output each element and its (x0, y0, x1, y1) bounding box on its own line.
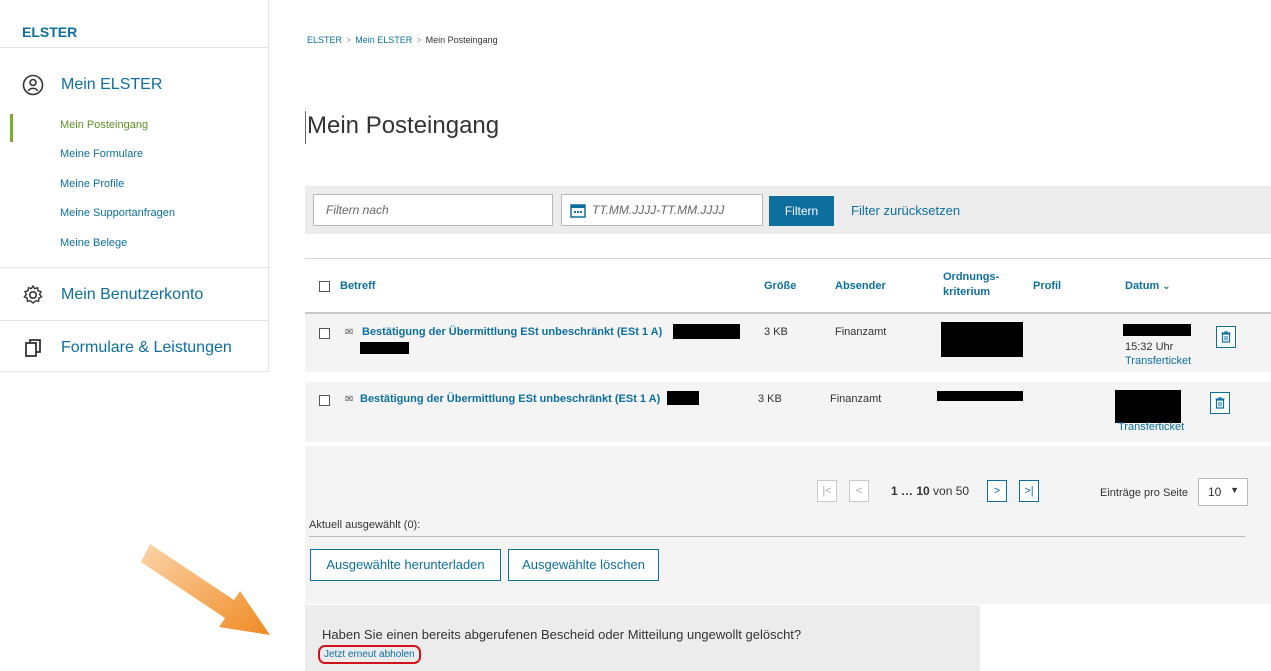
next-page-button[interactable]: > (987, 480, 1007, 502)
column-header-kriterium[interactable]: kriterium (943, 286, 990, 298)
sidebar-item-meine-belege[interactable]: Meine Belege (0, 228, 268, 258)
restore-link[interactable]: Jetzt erneut abholen (318, 645, 421, 664)
sidebar-sub-list: Mein Posteingang Meine Formulare Meine P… (0, 110, 268, 258)
sidebar-section-label: Mein ELSTER (61, 76, 163, 93)
sidebar-brand-link[interactable]: ELSTER (0, 0, 268, 48)
trash-icon (1221, 331, 1231, 343)
message-subject-link[interactable]: Bestätigung der Übermittlung ESt unbesch… (360, 393, 660, 405)
transferticket-link[interactable]: Transferticket (1125, 355, 1191, 367)
chevron-left-icon: < (855, 485, 863, 497)
sidebar-section-mein-elster[interactable]: Mein ELSTER (0, 65, 162, 105)
envelope-icon: ✉ (345, 327, 354, 338)
breadcrumb-separator: > (416, 35, 422, 45)
documents-icon (20, 335, 46, 361)
column-header-datum[interactable]: Datum ⌄ (1125, 280, 1171, 292)
title-cursor-bar (305, 111, 306, 144)
table-row[interactable]: ✉ Bestätigung der Übermittlung ESt unbes… (305, 312, 1271, 372)
message-size: 3 KB (764, 326, 788, 338)
last-page-button[interactable]: >| (1019, 480, 1039, 502)
user-circle-icon (20, 72, 46, 98)
sidebar-section-label: Mein Benutzerkonto (61, 286, 204, 303)
message-subject-link[interactable]: Bestätigung der Übermittlung ESt unbesch… (362, 326, 662, 338)
page-range-current: 1 … 10 (891, 484, 930, 498)
chevron-right-icon: > (993, 485, 1001, 497)
column-header-betreff[interactable]: Betreff (340, 280, 375, 292)
gear-icon (20, 282, 46, 308)
chevron-down-icon: ⌄ (1162, 281, 1171, 292)
sidebar-section-benutzerkonto[interactable]: Mein Benutzerkonto (0, 275, 203, 315)
row-checkbox[interactable] (319, 328, 330, 339)
sidebar-divider (0, 320, 268, 321)
first-page-button[interactable]: |< (817, 480, 837, 502)
delete-message-button[interactable] (1210, 392, 1230, 414)
date-range-placeholder: TT.MM.JJJJ-TT.MM.JJJJ (592, 203, 725, 217)
delete-selected-button[interactable]: Ausgewählte löschen (508, 549, 659, 581)
breadcrumb-item[interactable]: ELSTER (307, 35, 342, 45)
per-page-label: Einträge pro Seite (1100, 487, 1189, 499)
table-row[interactable]: ✉ Bestätigung der Übermittlung ESt unbes… (305, 382, 1271, 442)
select-all-checkbox[interactable] (319, 281, 330, 292)
redaction-block (1123, 324, 1191, 336)
selection-divider (309, 536, 1245, 537)
column-header-profil[interactable]: Profil (1033, 280, 1061, 292)
restore-info-box: Haben Sie einen bereits abgerufenen Besc… (305, 605, 980, 671)
date-range-input[interactable]: TT.MM.JJJJ-TT.MM.JJJJ (561, 194, 763, 226)
redaction-block (667, 391, 699, 405)
page-range: 1 … 10 von 50 (891, 484, 969, 498)
envelope-icon: ✉ (345, 394, 354, 405)
column-header-groesse[interactable]: Größe (764, 280, 796, 292)
sidebar-divider (0, 267, 268, 268)
per-page-select[interactable]: 10 ▼ (1198, 478, 1248, 506)
redaction-block (937, 391, 1023, 401)
message-size: 3 KB (758, 393, 782, 405)
redaction-block (941, 322, 1023, 357)
filter-bar: Filtern nach TT.MM.JJJJ-TT.MM.JJJJ Filte… (305, 186, 1271, 234)
sidebar-section-formulare-leistungen[interactable]: Formulare & Leistungen (0, 328, 232, 368)
download-selected-button[interactable]: Ausgewählte herunterladen (310, 549, 501, 581)
sidebar-item-meine-supportanfragen[interactable]: Meine Supportanfragen (0, 199, 268, 229)
breadcrumb-separator: > (346, 35, 352, 45)
message-time: 15:32 Uhr (1125, 341, 1174, 353)
delete-message-button[interactable] (1216, 326, 1236, 348)
breadcrumb-current: Mein Posteingang (425, 35, 498, 45)
table-header: Betreff Größe Absender Ordnungs- kriteri… (305, 258, 1271, 312)
redaction-block (673, 324, 740, 339)
redaction-block (360, 342, 409, 354)
first-page-icon: |< (822, 485, 832, 497)
column-header-datum-label: Datum (1125, 280, 1160, 292)
filter-input[interactable]: Filtern nach (313, 194, 553, 226)
page-range-total: von 50 (933, 484, 970, 498)
breadcrumb-item[interactable]: Mein ELSTER (355, 35, 412, 45)
message-sender: Finanzamt (830, 393, 882, 405)
restore-question: Haben Sie einen bereits abgerufenen Besc… (322, 627, 802, 642)
sidebar-item-mein-posteingang[interactable]: Mein Posteingang (0, 110, 268, 142)
filter-reset-link[interactable]: Filter zurücksetzen (851, 203, 960, 218)
previous-page-button[interactable]: < (849, 480, 869, 502)
trash-icon (1215, 397, 1225, 409)
row-checkbox[interactable] (319, 395, 330, 406)
sidebar-item-meine-formulare[interactable]: Meine Formulare (0, 140, 268, 170)
filter-button[interactable]: Filtern (769, 196, 834, 226)
transferticket-link[interactable]: Transferticket (1118, 421, 1184, 433)
sidebar-item-meine-profile[interactable]: Meine Profile (0, 169, 268, 199)
column-header-ordnungs[interactable]: Ordnungs- (943, 271, 999, 283)
message-sender: Finanzamt (835, 326, 887, 338)
pagination-area: |< < 1 … 10 von 50 > >| Einträge pro Sei… (305, 446, 1271, 604)
selected-count-label: Aktuell ausgewählt (0): (309, 519, 421, 531)
sidebar: ELSTER Mein ELSTER Mein Posteingang Mein… (0, 0, 269, 372)
sidebar-section-label: Formulare & Leistungen (61, 339, 232, 356)
page-title: Mein Posteingang (307, 112, 500, 139)
last-page-icon: >| (1024, 485, 1034, 497)
redaction-block (1115, 390, 1181, 423)
annotation-arrow-icon (141, 544, 270, 635)
calendar-icon[interactable] (570, 203, 586, 221)
breadcrumb: ELSTER > Mein ELSTER > Mein Posteingang (307, 35, 498, 45)
column-header-absender[interactable]: Absender (835, 280, 886, 292)
caret-down-icon: ▼ (1230, 485, 1239, 495)
per-page-value: 10 (1208, 485, 1222, 499)
